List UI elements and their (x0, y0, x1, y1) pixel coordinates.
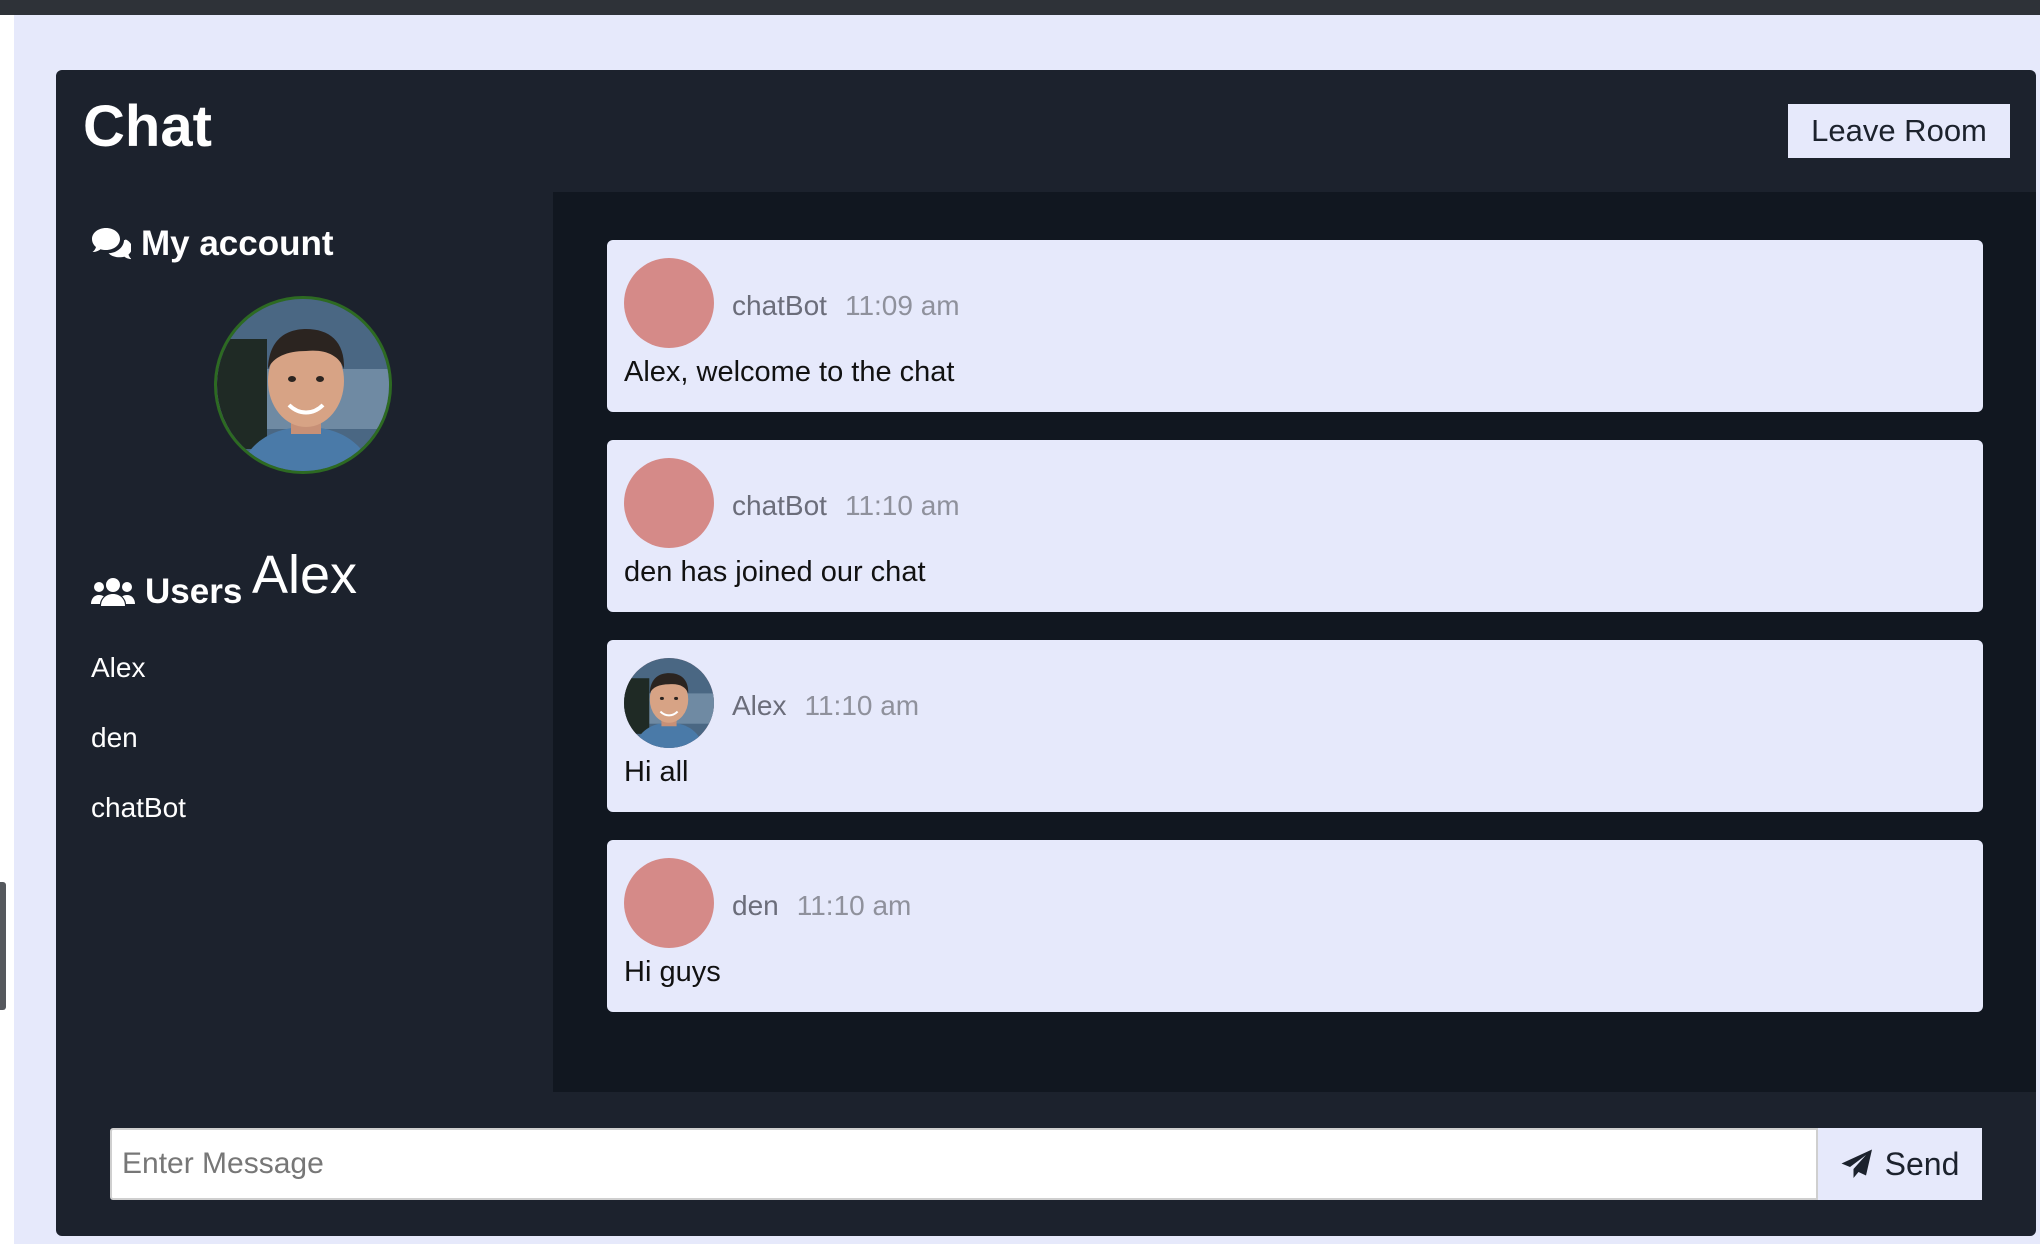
users-list: Alex den chatBot (91, 654, 186, 864)
leave-room-button[interactable]: Leave Room (1788, 104, 2010, 158)
message-user: den (732, 890, 779, 921)
page-left-edge (0, 15, 14, 1244)
chat-message: den 11:10 am Hi guys (607, 840, 1983, 1012)
message-time: 11:10 am (804, 690, 920, 721)
message-user: chatBot (732, 290, 827, 321)
message-composer: Send (110, 1128, 1982, 1200)
message-meta: chatBot 11:10 am (732, 490, 960, 522)
user-photo (217, 299, 389, 471)
send-label: Send (1884, 1145, 1960, 1182)
message-avatar (624, 658, 714, 748)
chat-container: Chat Leave Room My account Alex Users Al… (56, 70, 2036, 1236)
message-text: Alex, welcome to the chat (624, 356, 955, 388)
scrollbar-handle[interactable] (0, 882, 6, 1010)
chat-header: Chat Leave Room (56, 70, 2036, 192)
users-icon (91, 578, 135, 606)
message-time: 11:09 am (844, 290, 960, 321)
message-text: Hi all (624, 756, 689, 788)
chat-messages: chatBot 11:09 am Alex, welcome to the ch… (553, 192, 2036, 1092)
comments-icon (92, 228, 131, 260)
my-account-heading: My account (91, 224, 334, 264)
user-list-item: den (91, 722, 138, 753)
current-user-avatar (214, 296, 392, 474)
send-button[interactable]: Send (1818, 1128, 1982, 1200)
users-heading: Users (91, 572, 242, 612)
message-input[interactable] (110, 1128, 1818, 1200)
chat-message: Alex 11:10 am Hi all (607, 640, 1983, 812)
users-label: Users (145, 572, 243, 611)
page-title: Chat (83, 94, 212, 159)
message-meta: Alex 11:10 am (732, 690, 919, 722)
user-list-item: Alex (91, 652, 146, 683)
message-text: Hi guys (624, 956, 721, 988)
chat-message: chatBot 11:09 am Alex, welcome to the ch… (607, 240, 1983, 412)
message-user: chatBot (732, 490, 827, 521)
message-time: 11:10 am (844, 490, 960, 521)
message-text: den has joined our chat (624, 556, 926, 588)
message-avatar (624, 858, 714, 948)
message-avatar (624, 458, 714, 548)
user-list-item: chatBot (91, 792, 186, 823)
message-avatar (624, 258, 714, 348)
message-user: Alex (732, 690, 787, 721)
message-meta: den 11:10 am (732, 890, 911, 922)
paper-plane-icon (1841, 1149, 1872, 1178)
chat-sidebar: My account Alex Users Alex den chatBot (56, 192, 553, 1092)
chat-message: chatBot 11:10 am den has joined our chat (607, 440, 1983, 612)
message-meta: chatBot 11:09 am (732, 290, 960, 322)
my-account-label: My account (141, 224, 334, 263)
browser-top-bar (0, 0, 2040, 15)
message-time: 11:10 am (796, 890, 912, 921)
user-photo (624, 658, 714, 748)
